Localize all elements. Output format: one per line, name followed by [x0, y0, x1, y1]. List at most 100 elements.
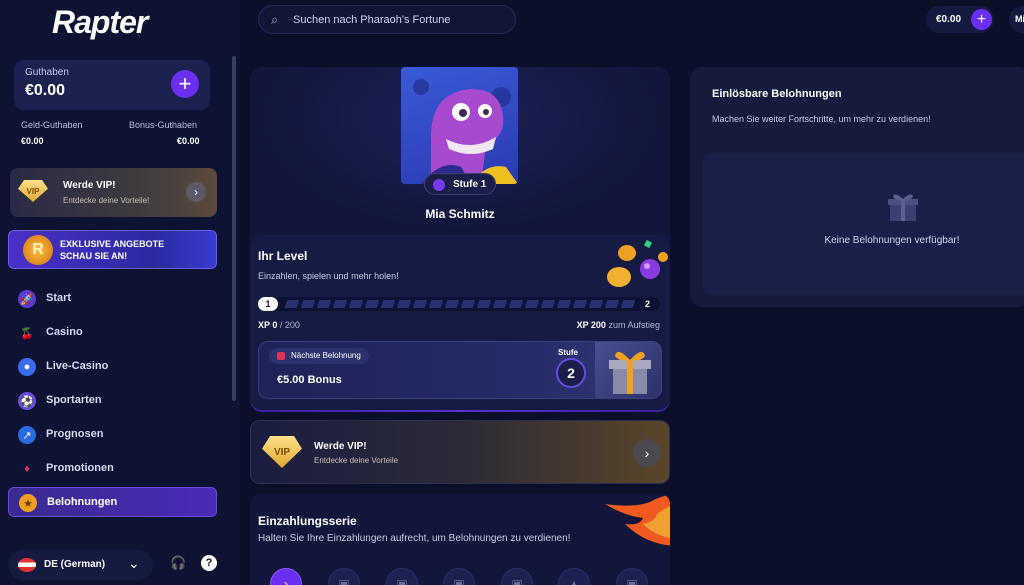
help-icon[interactable]: ? — [201, 555, 217, 571]
streak-step-gift-icon: ▣ — [616, 568, 648, 585]
streak-subtitle: Halten Sie Ihre Einzahlungen aufrecht, u… — [258, 533, 571, 544]
sidebar-item-live-casino[interactable]: ● Live-Casino — [8, 352, 217, 382]
sidebar-item-label: Start — [46, 292, 72, 304]
progress-segment — [332, 300, 348, 308]
sidebar-item-label: Prognosen — [46, 428, 104, 440]
gem-icon: ♦ — [24, 463, 30, 475]
profile-header: Stufe 1 Mia Schmitz — [250, 67, 670, 235]
streak-step-current[interactable]: › — [270, 568, 302, 585]
header-balance-value: €0.00 — [936, 14, 962, 25]
coins-icon — [607, 239, 668, 287]
xp-next-value: XP 200 — [576, 320, 606, 330]
sidebar-item-promotions[interactable]: ♦ Promotionen — [8, 454, 217, 484]
gift-icon — [888, 194, 918, 221]
progress-segment — [620, 300, 636, 308]
progress-segment — [588, 300, 604, 308]
sidebar-scrollbar[interactable] — [232, 56, 236, 401]
bonus-balance-label: Bonus-Guthaben — [129, 120, 198, 130]
search-icon: ⌕ — [271, 12, 279, 27]
progress-segment — [572, 300, 588, 308]
progress-segment — [364, 300, 380, 308]
sidebar-item-casino[interactable]: 🍒 Casino — [8, 318, 217, 348]
xp-current: XP 0 / 200 — [258, 320, 300, 330]
headset-icon[interactable]: 🎧 — [170, 555, 186, 571]
chevron-right-icon[interactable]: › — [633, 439, 661, 467]
rocket-icon: 🚀 — [18, 290, 36, 308]
next-reward-card[interactable]: Nächste Belohnung €5.00 Bonus Stufe 2 — [258, 341, 662, 399]
xp-current-value: XP 0 — [258, 320, 278, 330]
streak-step-gift-icon: ▣ — [328, 568, 360, 585]
sidebar-item-label: Belohnungen — [47, 496, 118, 508]
chevron-down-icon: ⌄ — [128, 555, 140, 571]
language-label: DE (German) — [44, 559, 106, 570]
vip-banner-subtitle: Entdecke deine Vorteile — [314, 456, 399, 465]
rapter-logo[interactable]: Rapter — [52, 4, 148, 41]
user-menu[interactable]: Mi — [1009, 6, 1024, 33]
chip-icon: ● — [18, 358, 36, 376]
progress-segment — [284, 300, 300, 308]
vip-banner-title: Werde VIP! — [314, 441, 367, 452]
exclusive-offers-banner[interactable]: R EXKLUSIVE ANGEBOTE SCHAU SIE AN! — [8, 230, 217, 269]
progress-segment — [460, 300, 476, 308]
level-title: Ihr Level — [258, 249, 308, 263]
next-reward-tag-label: Nächste Belohnung — [291, 351, 361, 360]
next-reward-value: €5.00 Bonus — [277, 374, 342, 386]
sidebar-item-start[interactable]: 🚀 Start — [8, 284, 217, 314]
header-balance[interactable]: €0.00 + — [926, 6, 994, 33]
vip-card-title: Werde VIP! — [63, 180, 116, 191]
sidebar-item-predictions[interactable]: ↗ Prognosen — [8, 420, 217, 450]
sidebar-item-label: Casino — [46, 326, 83, 338]
gift-box-icon — [595, 342, 661, 398]
promo-line-1: EXKLUSIVE ANGEBOTE — [60, 239, 165, 249]
profile-name: Mia Schmitz — [425, 207, 495, 221]
progress-segment — [316, 300, 332, 308]
progress-segment — [556, 300, 572, 308]
streak-title: Einzahlungsserie — [258, 514, 357, 528]
rewards-panel-subtitle: Machen Sie weiter Fortschritte, um mehr … — [712, 114, 931, 124]
search-input[interactable] — [293, 11, 503, 29]
stage-label: Stufe — [558, 348, 578, 357]
bonus-balance-value: €0.00 — [177, 136, 200, 146]
progress-segment — [348, 300, 364, 308]
deposit-button[interactable]: + — [171, 70, 199, 98]
balance-value: €0.00 — [25, 82, 66, 99]
sidebar-item-label: Sportarten — [46, 394, 102, 406]
sidebar-item-label: Live-Casino — [46, 360, 109, 372]
xp-next-suffix: zum Aufstieg — [608, 320, 660, 330]
stage-number: 2 — [556, 358, 586, 388]
chevron-right-icon[interactable]: › — [186, 182, 206, 202]
streak-step-gift-icon: ▣ — [443, 568, 475, 585]
balance-label: Guthaben — [25, 67, 69, 78]
progress-start-level: 1 — [258, 297, 278, 311]
sidebar-vip-card[interactable]: VIP Werde VIP! Entdecke deine Vorteile! … — [10, 168, 217, 217]
sidebar-item-rewards[interactable]: ★ Belohnungen — [8, 487, 217, 517]
avatar[interactable] — [401, 67, 518, 184]
level-badge: Stufe 1 — [424, 173, 496, 195]
level-section: Ihr Level Einzahlen, spielen und mehr ho… — [250, 235, 670, 410]
progress-segment — [476, 300, 492, 308]
cash-balance-value: €0.00 — [21, 136, 44, 146]
streak-step-gift-icon: ▣ — [501, 568, 533, 585]
language-selector[interactable]: DE (German) ⌄ — [8, 550, 153, 580]
rewards-empty-text: Keine Belohnungen verfügbar! — [824, 235, 960, 246]
vip-banner[interactable]: VIP Werde VIP! Entdecke deine Vorteile › — [250, 420, 670, 484]
flame-icon — [605, 494, 670, 546]
progress-segment — [428, 300, 444, 308]
header-deposit-button[interactable]: + — [971, 9, 992, 30]
streak-step-gift-icon: ▣ — [386, 568, 418, 585]
progress-segment — [604, 300, 620, 308]
sidebar-item-sports[interactable]: ⚽ Sportarten — [8, 386, 217, 416]
progress-segment — [396, 300, 412, 308]
search-bar[interactable]: ⌕ — [258, 5, 516, 34]
vip-diamond-icon: VIP — [18, 180, 48, 202]
plus-icon: + — [178, 71, 192, 96]
medal-icon: ★ — [19, 494, 37, 512]
sidebar-footer: DE (German) ⌄ 🎧 ? — [0, 545, 240, 585]
streak-step-lock-icon: ▲ — [558, 568, 590, 585]
progress-segment — [524, 300, 540, 308]
progress-segment — [300, 300, 316, 308]
sidebar: Rapter Guthaben €0.00 + Geld-Guthaben €0… — [0, 0, 240, 585]
level-badge-label: Stufe 1 — [453, 179, 487, 190]
vip-card-subtitle: Entdecke deine Vorteile! — [63, 196, 150, 205]
progress-segment — [444, 300, 460, 308]
